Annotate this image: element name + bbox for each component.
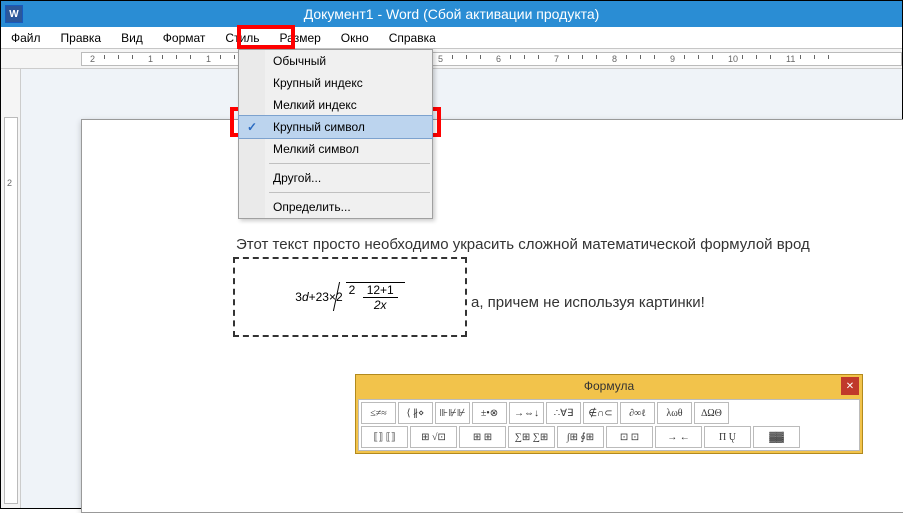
window-title: Документ1 - Word (Сбой активации продукт… <box>304 6 600 22</box>
formula-btn-labeled-arrows[interactable]: → ← <box>655 426 702 448</box>
highlight-menu-size <box>237 25 295 49</box>
equation-object[interactable]: 3d +23×2 2 12+1 2x <box>233 257 467 337</box>
formula-btn-greek-upper[interactable]: ∆ΩΘ <box>694 402 729 424</box>
size-dropdown-menu: Обычный Крупный индекс Мелкий индекс ✓Кр… <box>238 49 433 219</box>
vertical-ruler[interactable]: 2 <box>1 69 21 508</box>
dropdown-item-define[interactable]: Определить... <box>239 196 432 218</box>
formula-btn-operators[interactable]: ±•⊗ <box>472 402 507 424</box>
check-icon: ✓ <box>247 120 257 134</box>
menu-format[interactable]: Формат <box>153 28 216 48</box>
ruler-number: 5 <box>438 54 443 64</box>
formula-btn-spaces[interactable]: ⟨ ∦⋄ <box>398 402 433 424</box>
menu-help[interactable]: Справка <box>379 28 446 48</box>
formula-btn-matrices[interactable]: ▓▓ <box>753 426 800 448</box>
dropdown-item-other[interactable]: Другой... <box>239 167 432 189</box>
ruler-number: 7 <box>554 54 559 64</box>
dropdown-separator <box>269 163 430 164</box>
dropdown-item-normal[interactable]: Обычный <box>239 50 432 72</box>
ruler-number: 11 <box>786 54 795 64</box>
formula-toolbar-titlebar[interactable]: Формула ✕ <box>356 375 862 397</box>
word-icon: W <box>5 5 23 23</box>
equation-content: 3d +23×2 2 12+1 2x <box>295 282 404 312</box>
dropdown-item-subscript[interactable]: Крупный индекс <box>239 72 432 94</box>
formula-btn-fences[interactable]: ⟦⟧ ⟦⟧ <box>361 426 408 448</box>
formula-btn-logical[interactable]: ∴∀∃ <box>546 402 581 424</box>
dropdown-separator <box>269 192 430 193</box>
formula-btn-sums[interactable]: ∑⊞ ∑⊞ <box>508 426 555 448</box>
formula-row-1: ≤≠≈ ⟨ ∦⋄ ⊪⊮⊮ ±•⊗ →⇔↓ ∴∀∃ ∉∩⊂ ∂∞ℓ λωθ ∆ΩΘ <box>361 402 857 424</box>
ruler-number: 1 <box>148 54 153 64</box>
ruler-number: 10 <box>728 54 738 64</box>
formula-btn-fractions[interactable]: ⊞ √⊡ <box>410 426 457 448</box>
dropdown-item-subsubscript[interactable]: Мелкий индекс <box>239 94 432 116</box>
ruler-number: 8 <box>612 54 617 64</box>
menu-view[interactable]: Вид <box>111 28 153 48</box>
vertical-ruler-track: 2 <box>4 117 18 504</box>
dropdown-item-small-symbol[interactable]: Мелкий символ <box>239 138 432 160</box>
formula-btn-embellish[interactable]: ⊪⊮⊮ <box>435 402 470 424</box>
ruler-number: 1 <box>206 54 211 64</box>
formula-toolbar-title-text: Формула <box>584 379 634 393</box>
formula-toolbar[interactable]: Формула ✕ ≤≠≈ ⟨ ∦⋄ ⊪⊮⊮ ±•⊗ →⇔↓ ∴∀∃ ∉∩⊂ ∂… <box>355 374 863 454</box>
menu-bar: Файл Правка Вид Формат Стиль Размер Окно… <box>1 27 902 49</box>
formula-btn-relations[interactable]: ≤≠≈ <box>361 402 396 424</box>
ruler-number: 6 <box>496 54 501 64</box>
formula-btn-greek-lower[interactable]: λωθ <box>657 402 692 424</box>
formula-btn-arrows[interactable]: →⇔↓ <box>509 402 544 424</box>
menu-edit[interactable]: Правка <box>51 28 112 48</box>
ruler-track: 211234567891011 <box>81 52 902 66</box>
document-text-line-1[interactable]: Этот текст просто необходимо украсить сл… <box>236 236 810 253</box>
ruler-number: 2 <box>90 54 95 64</box>
formula-btn-bars[interactable]: ⊡ ⊡ <box>606 426 653 448</box>
ruler-number: 9 <box>670 54 675 64</box>
formula-toolbar-body: ≤≠≈ ⟨ ∦⋄ ⊪⊮⊮ ±•⊗ →⇔↓ ∴∀∃ ∉∩⊂ ∂∞ℓ λωθ ∆ΩΘ… <box>358 399 860 451</box>
fraction: 12+1 2x <box>363 283 398 312</box>
formula-btn-integrals[interactable]: ∫⊞ ∮⊞ <box>557 426 604 448</box>
vruler-num: 2 <box>7 178 12 188</box>
horizontal-ruler[interactable]: 211234567891011 <box>1 49 902 69</box>
dropdown-item-large-symbol[interactable]: ✓Крупный символ <box>238 115 433 139</box>
formula-btn-misc[interactable]: ∂∞ℓ <box>620 402 655 424</box>
document-text-line-2[interactable]: а, причем не используя картинки! <box>471 294 705 311</box>
close-icon[interactable]: ✕ <box>841 377 859 395</box>
formula-btn-scripts[interactable]: ⊞ ⊞ <box>459 426 506 448</box>
menu-file[interactable]: Файл <box>1 28 51 48</box>
formula-btn-set[interactable]: ∉∩⊂ <box>583 402 618 424</box>
menu-window[interactable]: Окно <box>331 28 379 48</box>
formula-btn-products[interactable]: Π Ų <box>704 426 751 448</box>
sqrt-symbol: 2 12+1 2x <box>346 282 405 312</box>
formula-row-2: ⟦⟧ ⟦⟧ ⊞ √⊡ ⊞ ⊞ ∑⊞ ∑⊞ ∫⊞ ∮⊞ ⊡ ⊡ → ← Π Ų ▓… <box>361 426 857 448</box>
title-bar: W Документ1 - Word (Сбой активации проду… <box>1 1 902 27</box>
